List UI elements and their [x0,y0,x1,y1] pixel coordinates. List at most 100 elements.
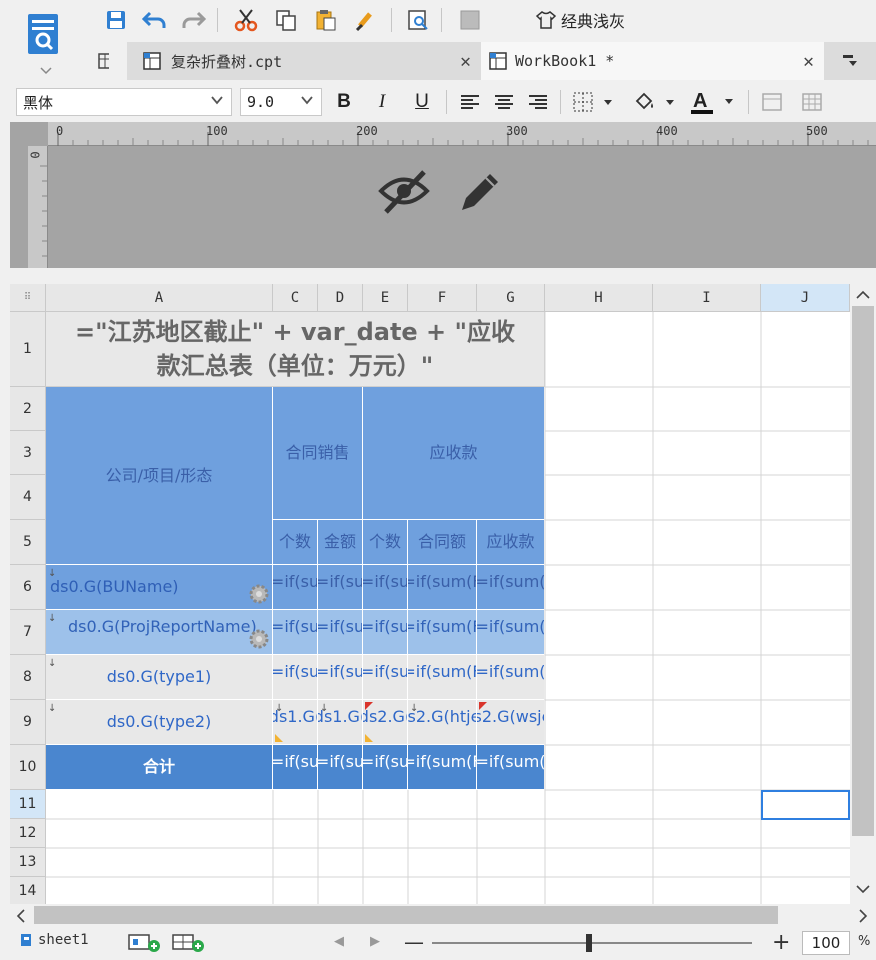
total-label-cell[interactable]: 合计 [46,745,273,790]
column-header[interactable]: D [318,284,363,312]
gear-icon[interactable] [248,583,270,609]
font-size-select[interactable]: 9.0 [240,88,322,116]
hide-header-icon[interactable] [378,166,430,220]
formula-cell[interactable]: =if(sum(F [408,655,477,700]
row-header[interactable]: 5 [10,520,46,565]
formula-cell[interactable]: =if(su [273,655,318,700]
gear-icon[interactable] [248,628,270,654]
formula-cell[interactable]: =if(sum(F [408,745,477,790]
formula-cell[interactable]: =if(su [318,610,363,655]
data-cell[interactable]: ↓ ds1.G( [318,700,363,745]
type1-cell[interactable]: ↓ ds0.G(type1) [46,655,273,700]
font-color-button[interactable]: A [688,88,740,116]
zoom-out-button[interactable]: — [404,930,424,954]
tab-workbook1[interactable]: WorkBook1 * ✕ [481,42,824,80]
project-name-cell[interactable]: ↓ ds0.G(ProjReportName) [46,610,273,655]
horizontal-scroll-thumb[interactable] [34,906,778,924]
formula-cell[interactable]: =if(sum(F [408,565,477,610]
data-cell[interactable]: ↓ ds2.G(htje) [408,700,477,745]
bold-button[interactable]: B [330,88,358,116]
formula-cell[interactable]: =if(sum( [477,565,545,610]
formula-cell[interactable]: =if(su [363,745,408,790]
formula-cell[interactable]: =if(sum(F [408,610,477,655]
scroll-right-icon[interactable] [856,908,870,924]
formula-cell[interactable]: =if(su [363,655,408,700]
align-right-icon[interactable] [524,88,552,116]
formula-cell[interactable]: =if(su [318,655,363,700]
row-header[interactable]: 12 [10,819,46,848]
column-header[interactable]: G [477,284,545,312]
preview-icon[interactable] [403,6,433,34]
formula-cell[interactable]: =if(su [273,610,318,655]
edit-header-icon[interactable] [456,168,504,220]
zoom-slider[interactable] [432,942,752,944]
close-icon[interactable]: ✕ [803,51,814,72]
fill-color-button[interactable] [630,88,680,116]
formula-cell[interactable]: =if(su [318,565,363,610]
row-header[interactable]: 10 [10,745,46,790]
header-contract-sales-cell[interactable]: 合同销售 [273,387,363,520]
redo-icon[interactable] [179,6,209,34]
zoom-in-button[interactable]: + [772,930,790,955]
column-header[interactable]: J [761,284,850,312]
format-painter-icon[interactable] [351,6,381,34]
subheader-cell[interactable]: 金额 [318,520,363,565]
bu-name-cell[interactable]: ↓ ds0.G(BUName) [46,565,273,610]
subheader-cell[interactable]: 个数 [363,520,408,565]
save-icon[interactable] [101,6,131,34]
formula-cell[interactable]: =if(su [363,610,408,655]
row-header[interactable]: 6 [10,565,46,610]
theme-button[interactable]: 经典浅灰 [535,7,625,33]
zoom-slider-handle[interactable] [586,934,592,952]
row-header[interactable]: 1 [10,312,46,387]
column-header[interactable]: F [408,284,477,312]
align-center-icon[interactable] [490,88,518,116]
border-button[interactable] [570,88,618,116]
data-cell[interactable]: ↓ ds1.G( [273,700,318,745]
tab-overflow-icon[interactable] [824,42,876,80]
add-report-sheet-icon[interactable] [128,932,162,956]
add-dashboard-sheet-icon[interactable] [172,932,206,956]
data-cell[interactable]: ds2.G( [363,700,408,745]
formula-cell[interactable]: =if(sum( [477,745,545,790]
subheader-cell[interactable]: 应收款 [477,520,545,565]
italic-button[interactable]: I [368,88,396,116]
copy-icon[interactable] [271,6,301,34]
data-icon[interactable] [455,6,485,34]
formula-cell[interactable]: =if(sum( [477,655,545,700]
row-header[interactable]: 3 [10,431,46,475]
data-cell[interactable]: ds2.G(wsje) [477,700,545,745]
subheader-cell[interactable]: 合同额 [408,520,477,565]
formula-cell[interactable]: =if(su [363,565,408,610]
row-header[interactable]: 9 [10,700,46,745]
selected-cell[interactable] [761,790,850,820]
align-left-icon[interactable] [456,88,484,116]
column-header[interactable]: E [363,284,408,312]
scroll-up-icon[interactable] [855,288,871,302]
select-all-corner[interactable]: ⠿ [10,284,46,312]
formula-cell[interactable]: =if(sum( [477,610,545,655]
row-header[interactable]: 7 [10,610,46,655]
title-cell[interactable]: ="江苏地区截止" + var_date + "应收 款汇总表（单位：万元）" [46,312,545,387]
formula-cell[interactable]: =if(su [273,565,318,610]
column-header[interactable]: C [273,284,318,312]
cut-icon[interactable] [231,6,261,34]
row-header[interactable]: 2 [10,387,46,431]
zoom-input[interactable]: 100 [802,931,850,955]
vertical-scroll-thumb[interactable] [852,306,874,836]
spreadsheet-grid[interactable]: ⠿ A C D E F G H I J 1 2 3 4 5 6 7 8 9 10… [10,284,850,904]
horizontal-scrollbar[interactable] [10,904,876,926]
sheet-prev-icon[interactable]: ◀ [334,934,344,949]
scroll-down-icon[interactable] [855,882,871,896]
formula-cell[interactable]: =if(su [273,745,318,790]
sheet-next-icon[interactable]: ▶ [370,934,380,949]
tab-complex-tree[interactable]: 复杂折叠树.cpt ✕ [127,42,481,80]
header-receivable-cell[interactable]: 应收款 [363,387,545,520]
tabs-menu-icon[interactable] [97,42,109,80]
undo-icon[interactable] [139,6,169,34]
formula-cell[interactable]: =if(su [318,745,363,790]
row-header[interactable]: 13 [10,848,46,877]
header-company-cell[interactable]: 公司/项目/形态 [46,387,273,565]
row-header[interactable]: 14 [10,877,46,904]
row-header[interactable]: 4 [10,475,46,520]
